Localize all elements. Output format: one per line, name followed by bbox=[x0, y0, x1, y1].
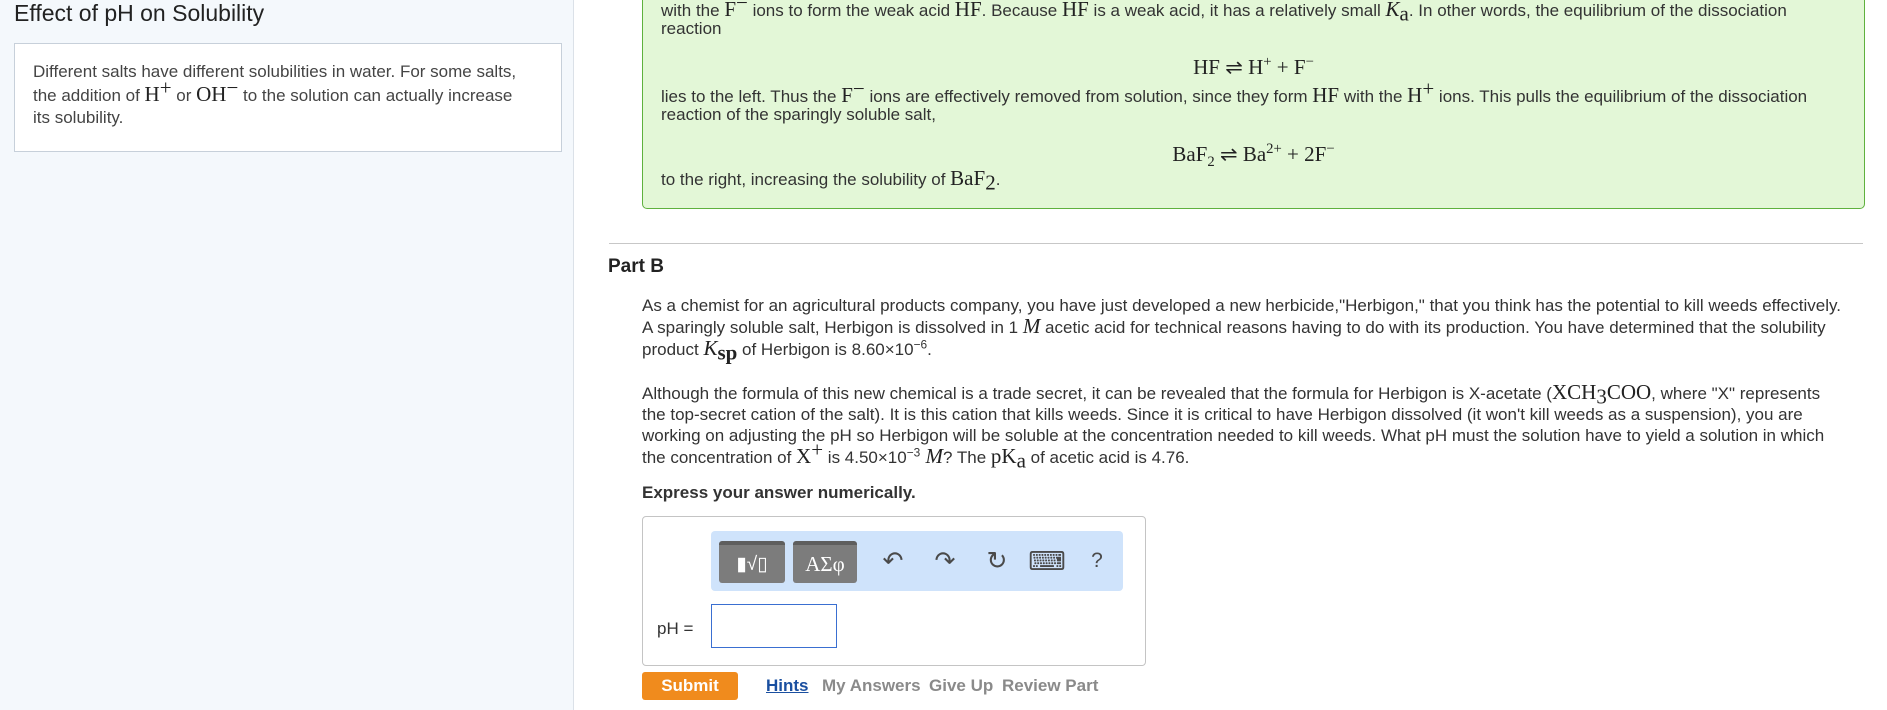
symbols-icon: ΑΣφ bbox=[805, 551, 845, 576]
hints-link[interactable]: Hints bbox=[766, 676, 809, 696]
answer-box: ▮√▯ ΑΣφ ↶ ↷ ↻ ⌨ ? pH = bbox=[642, 516, 1146, 666]
section-divider bbox=[609, 243, 1863, 244]
math-toolbar: ▮√▯ ΑΣφ ↶ ↷ ↻ ⌨ ? bbox=[711, 531, 1123, 591]
main-content: with the F− ions to form the weak acid H… bbox=[574, 0, 1887, 710]
ph-label: pH = bbox=[657, 619, 694, 638]
give-up-link[interactable]: Give Up bbox=[929, 676, 993, 696]
intro-line-3: its solubility. bbox=[33, 108, 124, 127]
my-answers-link[interactable]: My Answers bbox=[822, 676, 921, 696]
intro-box: Different salts have different solubilit… bbox=[14, 43, 562, 152]
symbols-button[interactable]: ΑΣφ bbox=[793, 541, 857, 583]
part-b-title: Part B bbox=[608, 256, 664, 277]
submit-button[interactable]: Submit bbox=[642, 672, 738, 700]
explanation-line-5: to the right, increasing the solubility … bbox=[661, 166, 1001, 195]
help-button[interactable]: ? bbox=[1081, 545, 1113, 577]
equation-hf-dissociation: HF ⇌ H+ + F− bbox=[1193, 54, 1314, 79]
undo-button[interactable]: ↶ bbox=[877, 545, 909, 577]
intro-line-1: Different salts have different solubilit… bbox=[33, 62, 517, 81]
page-title: Effect of pH on Solubility bbox=[14, 0, 265, 26]
reset-icon: ↻ bbox=[986, 547, 1008, 575]
left-panel: Effect of pH on Solubility Different sal… bbox=[0, 0, 574, 710]
undo-icon: ↶ bbox=[882, 547, 904, 575]
keyboard-button[interactable]: ⌨ bbox=[1028, 545, 1066, 577]
part-b-paragraph-1: As a chemist for an agricultural product… bbox=[642, 296, 1841, 365]
answer-instruction: Express your answer numerically. bbox=[642, 483, 916, 502]
templates-button[interactable]: ▮√▯ bbox=[719, 541, 785, 583]
keyboard-icon: ⌨ bbox=[1028, 545, 1066, 576]
explanation-line-1: with the F− ions to form the weak acid H… bbox=[661, 0, 1787, 26]
ph-answer-input[interactable] bbox=[711, 604, 837, 648]
reset-button[interactable]: ↻ bbox=[981, 545, 1013, 577]
part-a-explanation-box: with the F− ions to form the weak acid H… bbox=[642, 0, 1865, 209]
explanation-line-4: reaction of the sparingly soluble salt, bbox=[661, 105, 936, 124]
explanation-line-2: reaction bbox=[661, 19, 722, 38]
part-b-paragraph-2: Although the formula of this new chemica… bbox=[642, 380, 1825, 473]
equation-baf2-dissociation: BaF2 ⇌ Ba2+ + 2F− bbox=[1172, 141, 1335, 171]
redo-icon: ↷ bbox=[934, 547, 956, 575]
intro-line-2: the addition of H+ or OH− to the solutio… bbox=[33, 75, 513, 106]
review-part-link[interactable]: Review Part bbox=[1002, 676, 1098, 696]
help-icon: ? bbox=[1091, 549, 1103, 572]
templates-icon: ▮√▯ bbox=[736, 553, 768, 575]
redo-button[interactable]: ↷ bbox=[929, 545, 961, 577]
